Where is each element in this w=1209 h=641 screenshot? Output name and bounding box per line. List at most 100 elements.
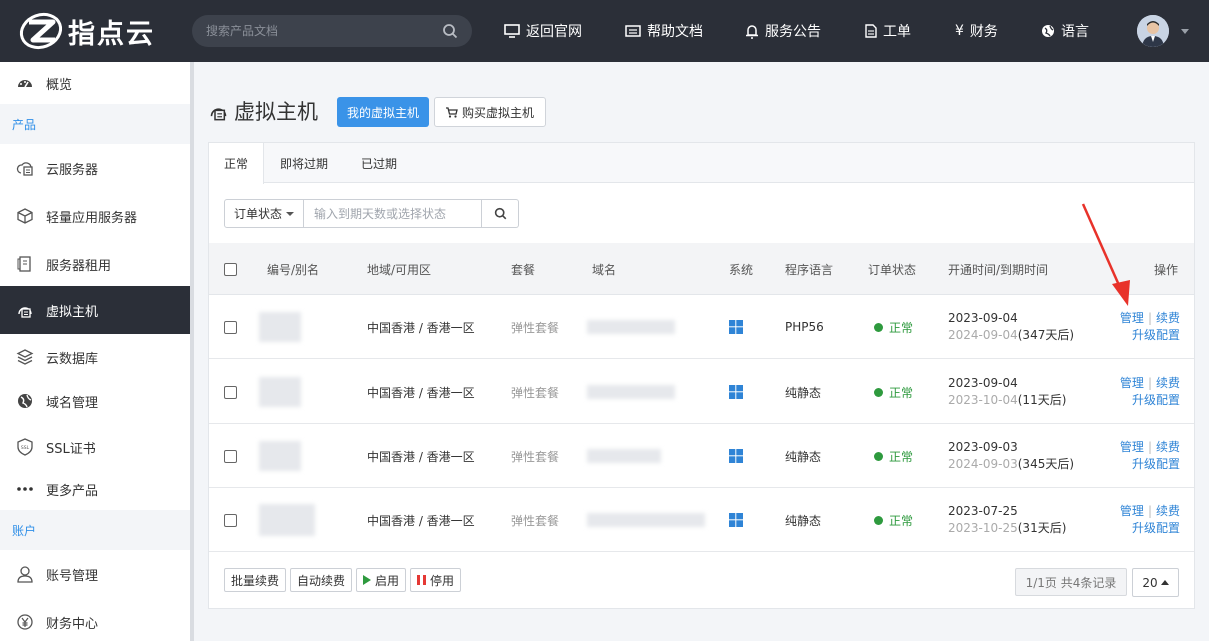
manage-link[interactable]: 管理 <box>1120 376 1144 390</box>
sidebar-item-account-management[interactable]: 账号管理 <box>0 550 190 598</box>
sidebar-item-cloud-server[interactable]: 云服务器 <box>0 144 190 192</box>
region-cell: 中国香港 / 香港一区 <box>367 449 475 464</box>
search-icon <box>494 207 506 220</box>
nav-docs[interactable]: 帮助文档 <box>625 0 703 62</box>
row-checkbox[interactable] <box>224 449 237 463</box>
manage-link[interactable]: 管理 <box>1120 311 1144 325</box>
sidebar-item-virtual-host[interactable]: 虚拟主机 <box>0 286 190 334</box>
nav-announcements-label: 服务公告 <box>765 24 821 40</box>
annotation-arrow-icon <box>1081 203 1130 306</box>
domain-cell[interactable] <box>587 295 675 359</box>
sidebar-item-domain[interactable]: 域名管理 <box>0 380 190 422</box>
buy-virtual-host-button[interactable]: 购买虚拟主机 <box>434 97 546 127</box>
manage-link[interactable]: 管理 <box>1120 504 1144 518</box>
virtual-host-panel: 正常 即将过期 已过期 订单状态 编号/别名 地域/可用区 套餐 域名 系统 程… <box>208 142 1195 609</box>
column-header[interactable]: 地域/可用区 <box>367 243 431 295</box>
row-checkbox-cell[interactable] <box>224 360 237 424</box>
row-checkbox-cell[interactable] <box>224 295 237 359</box>
upgrade-link[interactable]: 升级配置 <box>1132 392 1180 409</box>
brand-logo[interactable]: 指点云 <box>18 10 155 52</box>
row-checkbox-cell[interactable] <box>224 488 237 552</box>
status-cell: 正常 <box>874 360 913 424</box>
id-alias-cell[interactable] <box>259 295 301 359</box>
batch-renew-button[interactable]: 批量续费 <box>224 568 287 592</box>
sidebar: 概览 产品 云服务器 轻量应用服务器 服务器租用 虚拟主机 云数据库 域名管理 … <box>0 62 190 641</box>
auto-renew-button[interactable]: 自动续费 <box>290 568 353 592</box>
filter-search-button[interactable] <box>482 199 519 228</box>
nav-finance[interactable]: ¥ 财务 <box>955 0 998 62</box>
svg-text:SSL: SSL <box>21 445 30 451</box>
upgrade-link[interactable]: 升级配置 <box>1132 520 1180 537</box>
column-header[interactable]: 套餐 <box>511 243 535 295</box>
search-input[interactable] <box>192 15 422 47</box>
row-checkbox[interactable] <box>224 320 237 334</box>
search-icon[interactable] <box>442 23 458 39</box>
sidebar-item-cloud-database[interactable]: 云数据库 <box>0 334 190 380</box>
id-alias-cell[interactable] <box>259 424 301 488</box>
dates-cell: 2023-09-04 2023-10-04(11天后) <box>948 360 1066 424</box>
manage-link[interactable]: 管理 <box>1120 440 1144 454</box>
select-all-checkbox[interactable] <box>224 262 237 276</box>
nav-language[interactable]: 语言 <box>1041 0 1089 62</box>
disable-button[interactable]: 停用 <box>410 568 462 592</box>
sidebar-item-more-products[interactable]: 更多产品 <box>0 468 190 510</box>
search-box[interactable] <box>192 15 472 47</box>
windows-icon <box>729 320 743 334</box>
row-checkbox[interactable] <box>224 513 237 527</box>
domain-cell[interactable] <box>587 424 661 488</box>
status-text: 正常 <box>889 385 914 400</box>
sidebar-item-ssl[interactable]: SSL SSL证书 <box>0 422 190 472</box>
column-header[interactable]: 开通时间/到期时间 <box>948 243 1048 295</box>
column-header[interactable]: 编号/别名 <box>267 243 319 295</box>
upgrade-link[interactable]: 升级配置 <box>1132 456 1180 473</box>
more-dots-icon <box>17 487 33 491</box>
sidebar-item-server-rental[interactable]: 服务器租用 <box>0 240 190 288</box>
sidebar-group-account: 账户 <box>0 510 190 550</box>
row-checkbox[interactable] <box>224 385 237 399</box>
domain-cell[interactable] <box>587 360 675 424</box>
tab-expiring-soon[interactable]: 即将过期 <box>269 143 339 183</box>
caret-down-icon <box>286 211 294 216</box>
expiry-filter-input[interactable] <box>304 199 482 228</box>
sidebar-item-overview[interactable]: 概览 <box>0 62 190 104</box>
tab-normal[interactable]: 正常 <box>209 143 264 184</box>
avatar[interactable] <box>1137 15 1169 47</box>
remaining-days: (345天后) <box>1017 457 1075 471</box>
sidebar-item-lightweight-server[interactable]: 轻量应用服务器 <box>0 192 190 240</box>
remaining-days: (347天后) <box>1017 328 1075 342</box>
row-checkbox-cell[interactable] <box>224 424 237 488</box>
doc-icon <box>625 25 641 37</box>
plan-cell: 弹性套餐 <box>511 513 560 528</box>
upgrade-link[interactable]: 升级配置 <box>1132 327 1180 344</box>
order-status-label: 订单状态 <box>233 207 282 221</box>
order-status-dropdown[interactable]: 订单状态 <box>224 199 304 228</box>
page-size-select[interactable]: 20 <box>1132 568 1179 597</box>
column-header[interactable]: 程序语言 <box>785 243 833 295</box>
plan-cell: 弹性套餐 <box>511 449 560 464</box>
column-header[interactable]: 系统 <box>729 243 753 295</box>
id-alias-cell[interactable] <box>259 360 301 424</box>
chevron-down-icon[interactable] <box>1181 29 1189 34</box>
renew-link[interactable]: 续费 <box>1156 311 1180 325</box>
sidebar-scrollbar[interactable] <box>190 62 194 641</box>
my-virtual-hosts-button[interactable]: 我的虚拟主机 <box>337 97 429 127</box>
renew-link[interactable]: 续费 <box>1156 376 1180 390</box>
nav-tickets[interactable]: 工单 <box>865 0 911 62</box>
dates-cell: 2023-09-04 2024-09-04(347天后) <box>948 295 1074 359</box>
tab-expired[interactable]: 已过期 <box>349 143 409 183</box>
renew-link[interactable]: 续费 <box>1156 504 1180 518</box>
renew-link[interactable]: 续费 <box>1156 440 1180 454</box>
domain-cell[interactable] <box>587 488 705 552</box>
enable-label: 启用 <box>375 573 400 588</box>
status-dot-icon <box>874 322 883 332</box>
sidebar-item-finance-center[interactable]: 财务中心 <box>0 598 190 641</box>
select-all-checkbox-cell[interactable] <box>224 243 237 295</box>
enable-button[interactable]: 启用 <box>356 568 407 592</box>
monitor-icon <box>504 24 520 38</box>
nav-announcements[interactable]: 服务公告 <box>745 0 821 62</box>
nav-home[interactable]: 返回官网 <box>504 0 582 62</box>
language-cell: 纯静态 <box>785 385 822 400</box>
id-alias-cell[interactable] <box>259 488 315 552</box>
column-header[interactable]: 域名 <box>592 243 616 295</box>
column-header[interactable]: 订单状态 <box>868 243 916 295</box>
